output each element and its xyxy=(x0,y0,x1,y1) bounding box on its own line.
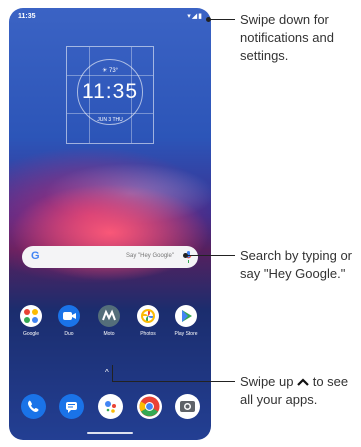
google-folder-icon xyxy=(20,305,42,327)
app-duo[interactable]: Duo xyxy=(51,305,87,337)
app-label: Google xyxy=(22,331,40,337)
duo-icon xyxy=(58,305,80,327)
callout-swipe-text: Swipe up to see all your apps. xyxy=(240,373,358,409)
assistant-icon[interactable] xyxy=(98,394,123,419)
app-label: Play Store xyxy=(174,331,198,337)
app-label: Photos xyxy=(140,331,156,337)
clock-time: 11:35 xyxy=(82,80,138,103)
callout-line xyxy=(208,19,235,20)
callout-notifications-text: Swipe down for notifications and setting… xyxy=(240,12,334,63)
status-icons: ▾◢▮ xyxy=(187,13,203,20)
google-logo-icon: G xyxy=(31,250,40,262)
camera-icon[interactable] xyxy=(175,394,200,419)
messages-icon[interactable] xyxy=(59,394,84,419)
app-label: Moto xyxy=(103,331,115,337)
status-bar[interactable]: 11:35 ▾◢▮ xyxy=(9,8,211,24)
app-label: Duo xyxy=(64,331,74,337)
weather-readout: ☀ 73° xyxy=(101,68,119,74)
app-moto[interactable]: Moto xyxy=(91,305,127,337)
app-photos[interactable]: Photos xyxy=(130,305,166,337)
callout-line xyxy=(112,381,235,382)
clock-widget[interactable]: ☀ 73° 11:35 JUN 3 THU xyxy=(66,46,154,144)
play-store-icon xyxy=(175,305,197,327)
status-time: 11:35 xyxy=(18,13,36,20)
photos-icon xyxy=(137,305,159,327)
callout-line xyxy=(185,255,235,256)
chevron-up-icon xyxy=(297,378,309,386)
google-search-bar[interactable]: G Say "Hey Google" xyxy=(22,246,198,268)
phone-screen: 11:35 ▾◢▮ ☀ 73° 11:35 JUN 3 THU G Say "H… xyxy=(9,8,211,440)
chrome-icon[interactable] xyxy=(137,394,162,419)
search-hint: Say "Hey Google" xyxy=(126,253,174,259)
callout-swipe-prefix: Swipe up xyxy=(240,374,294,389)
callout-line xyxy=(112,365,113,381)
clock-date: JUN 3 THU xyxy=(97,117,123,123)
phone-icon[interactable] xyxy=(21,394,46,419)
swipe-up-chevron-icon[interactable]: ^ xyxy=(105,368,109,377)
callout-search-text: Search by typing or say "Hey Google." xyxy=(240,248,353,281)
app-play-store[interactable]: Play Store xyxy=(168,305,204,337)
home-gesture-bar[interactable] xyxy=(87,432,133,434)
moto-icon xyxy=(98,305,120,327)
app-google[interactable]: Google xyxy=(13,305,49,337)
